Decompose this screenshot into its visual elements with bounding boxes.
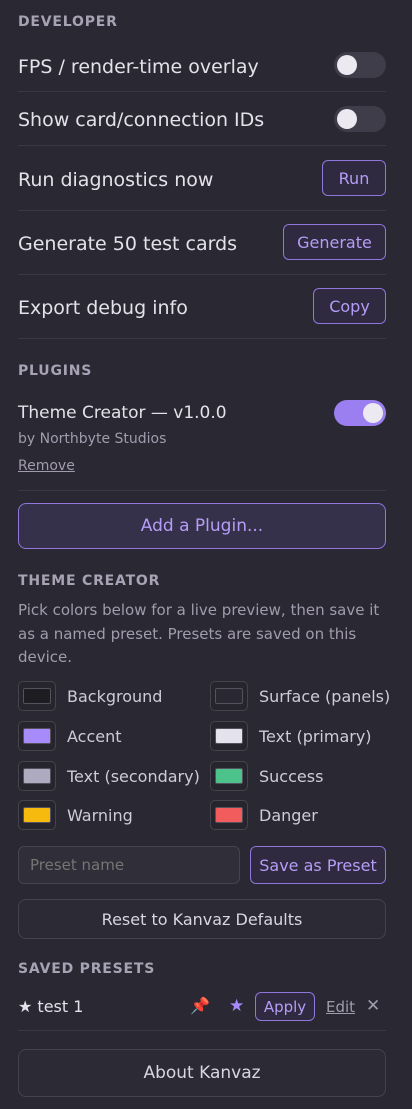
export-debug-label: Export debug info	[18, 297, 188, 319]
generate-cards-label: Generate 50 test cards	[18, 233, 238, 255]
run-diagnostics-button[interactable]: Run	[322, 160, 386, 196]
fps-overlay-label: FPS / render-time overlay	[18, 56, 259, 78]
swatch-color-fill	[215, 768, 243, 784]
delete-preset-icon[interactable]: ✕	[366, 996, 380, 1016]
theme-creator-description: Pick colors below for a live preview, th…	[18, 601, 380, 666]
color-swatch[interactable]	[18, 761, 56, 791]
about-kanvaz-button[interactable]: About Kanvaz	[18, 1049, 386, 1097]
color-swatch[interactable]	[18, 800, 56, 830]
divider	[18, 91, 386, 92]
swatch-color-fill	[215, 728, 243, 744]
divider	[18, 338, 386, 339]
color-swatch[interactable]	[18, 681, 56, 711]
copy-debug-button[interactable]: Copy	[313, 288, 386, 324]
swatch-label: Accent	[67, 726, 122, 746]
toggle-knob	[363, 403, 383, 423]
swatch-color-fill	[23, 688, 51, 704]
pin-icon[interactable]: 📌	[190, 996, 210, 1015]
saved-presets-section-title: SAVED PRESETS	[18, 961, 156, 977]
generate-cards-button[interactable]: Generate	[283, 224, 386, 260]
swatch-label: Success	[259, 766, 324, 786]
swatch-danger[interactable]: Danger	[210, 800, 318, 830]
toggle-knob	[337, 55, 357, 75]
swatch-color-fill	[23, 768, 51, 784]
swatch-label: Background	[67, 686, 163, 706]
swatch-background[interactable]: Background	[18, 681, 162, 711]
swatch-label: Text (primary)	[259, 726, 372, 746]
swatch-color-fill	[215, 807, 243, 823]
add-plugin-button[interactable]: Add a Plugin...	[18, 503, 386, 549]
plugin-name: Theme Creator — v1.0.0	[18, 403, 227, 423]
swatch-success[interactable]: Success	[210, 761, 323, 791]
divider	[18, 1030, 386, 1031]
diagnostics-label: Run diagnostics now	[18, 169, 214, 191]
swatch-accent[interactable]: Accent	[18, 721, 122, 751]
swatch-color-fill	[215, 688, 243, 704]
divider	[18, 490, 386, 491]
color-swatch[interactable]	[210, 721, 248, 751]
color-swatch[interactable]	[210, 681, 248, 711]
show-ids-label: Show card/connection IDs	[18, 109, 265, 131]
swatch-warning[interactable]: Warning	[18, 800, 133, 830]
remove-plugin-link[interactable]: Remove	[18, 458, 75, 474]
swatch-label: Text (secondary)	[67, 766, 200, 786]
swatch-text-primary[interactable]: Text (primary)	[210, 721, 372, 751]
swatch-text-secondary[interactable]: Text (secondary)	[18, 761, 200, 791]
edit-preset-link[interactable]: Edit	[326, 998, 355, 1016]
swatch-color-fill	[23, 728, 51, 744]
apply-preset-button[interactable]: Apply	[255, 992, 315, 1021]
save-preset-button[interactable]: Save as Preset	[250, 846, 386, 884]
show-ids-toggle[interactable]	[334, 106, 386, 132]
swatch-label: Surface (panels)	[259, 686, 391, 706]
divider	[18, 210, 386, 211]
settings-panel: DEVELOPER FPS / render-time overlay Show…	[0, 0, 412, 1109]
divider	[18, 145, 386, 146]
star-icon[interactable]: ★	[229, 996, 244, 1016]
toggle-knob	[337, 109, 357, 129]
developer-section-title: DEVELOPER	[18, 14, 118, 30]
plugin-enabled-toggle[interactable]	[334, 400, 386, 426]
divider	[18, 274, 386, 275]
reset-defaults-button[interactable]: Reset to Kanvaz Defaults	[18, 899, 386, 939]
color-swatch[interactable]	[210, 800, 248, 830]
swatch-surface[interactable]: Surface (panels)	[210, 681, 390, 711]
preset-name: ★ test 1	[18, 997, 84, 1016]
color-swatch[interactable]	[18, 721, 56, 751]
theme-creator-section-title: THEME CREATOR	[18, 573, 161, 589]
fps-overlay-toggle[interactable]	[334, 52, 386, 78]
swatch-color-fill	[23, 807, 51, 823]
preset-name-input[interactable]	[18, 846, 240, 884]
plugins-section-title: PLUGINS	[18, 363, 93, 379]
color-swatch[interactable]	[210, 761, 248, 791]
swatch-label: Warning	[67, 805, 133, 825]
swatch-label: Danger	[259, 805, 318, 825]
plugin-author: by Northbyte Studios	[18, 431, 167, 447]
